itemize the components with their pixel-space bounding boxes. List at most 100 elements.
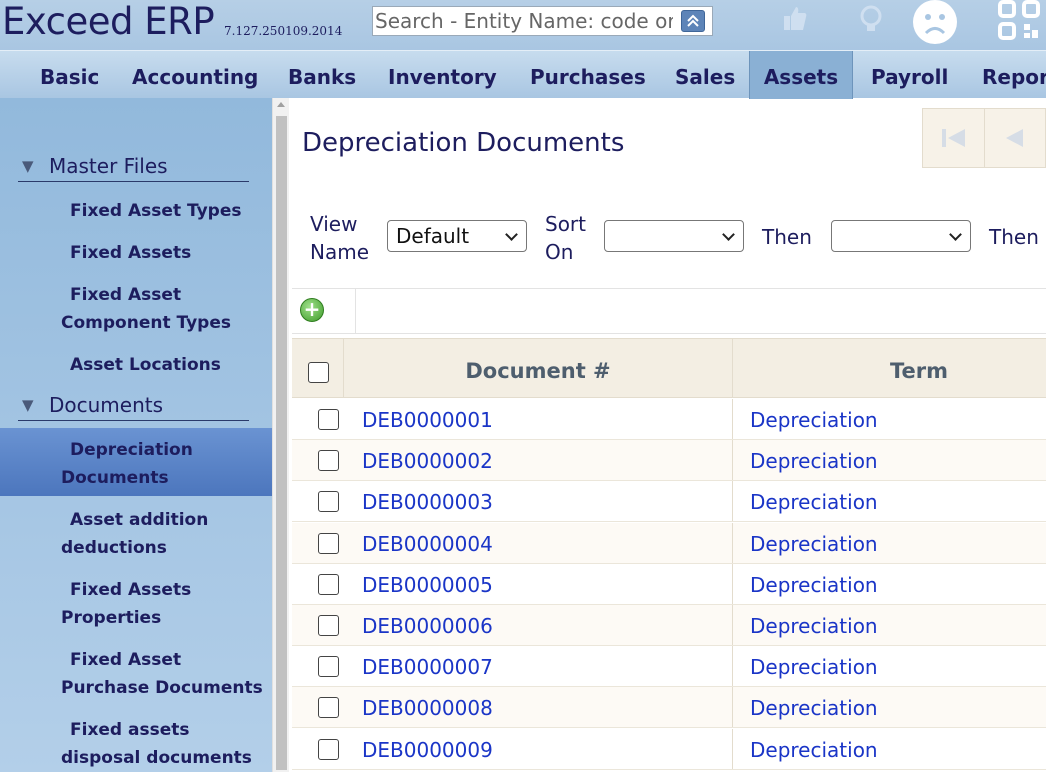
- then-select[interactable]: [831, 220, 971, 252]
- nav-payroll[interactable]: Payroll: [871, 51, 948, 99]
- main-nav: Basic Accounting Banks Inventory Purchas…: [0, 50, 1046, 99]
- column-divider: [732, 687, 733, 728]
- first-page-icon[interactable]: [923, 109, 985, 167]
- column-header-document[interactable]: Document #: [344, 339, 732, 397]
- sidebar-item-label: Fixed Asset: [70, 285, 182, 305]
- sidebar-section-documents[interactable]: ▼ Documents: [18, 393, 249, 421]
- table-row[interactable]: DEB0000005 Depreciation: [292, 563, 1046, 606]
- pager: [922, 108, 1046, 168]
- term-link[interactable]: Depreciation: [750, 605, 878, 647]
- nav-accounting[interactable]: Accounting: [132, 51, 258, 99]
- term-link[interactable]: Depreciation: [750, 399, 878, 441]
- then-label: Then: [762, 225, 812, 249]
- document-number-link[interactable]: DEB0000007: [362, 646, 493, 688]
- term-link[interactable]: Depreciation: [750, 481, 878, 523]
- select-all-cell: [292, 339, 344, 397]
- then-label-2: Then: [989, 225, 1039, 249]
- sidebar-item-fixed-assets[interactable]: Fixed Assets: [0, 239, 272, 267]
- sidebar-item-label: Fixed Asset Types: [70, 201, 242, 221]
- nav-purchases[interactable]: Purchases: [530, 51, 646, 99]
- row-checkbox[interactable]: [318, 656, 339, 678]
- sidebar-item-fixed-assets-properties[interactable]: Fixed Assets Properties: [0, 576, 272, 632]
- document-number-link[interactable]: DEB0000002: [362, 440, 493, 482]
- term-link[interactable]: Depreciation: [750, 440, 878, 482]
- search-box: [372, 6, 713, 36]
- column-divider: [732, 522, 733, 563]
- table-row[interactable]: DEB0000007 Depreciation: [292, 646, 1046, 688]
- document-number-link[interactable]: DEB0000001: [362, 399, 493, 441]
- nav-sales[interactable]: Sales: [675, 51, 735, 99]
- row-checkbox[interactable]: [318, 409, 339, 430]
- sidebar-item-fixed-assets-disposal-documents[interactable]: Fixed assets disposal documents: [0, 716, 272, 772]
- previous-page-icon[interactable]: [985, 109, 1046, 167]
- nav-basic[interactable]: Basic: [40, 51, 99, 99]
- document-number-link[interactable]: DEB0000008: [362, 687, 493, 729]
- row-checkbox[interactable]: [318, 450, 339, 472]
- lightbulb-icon[interactable]: [857, 4, 885, 40]
- nav-assets[interactable]: Assets: [749, 51, 853, 99]
- row-checkbox[interactable]: [318, 491, 339, 513]
- row-checkbox[interactable]: [318, 532, 339, 554]
- sidebar-item-fixed-asset-purchase-documents[interactable]: Fixed Asset Purchase Documents: [0, 646, 272, 702]
- document-number-link[interactable]: DEB0000003: [362, 481, 493, 523]
- view-name-select[interactable]: Default: [387, 220, 527, 252]
- row-checkbox[interactable]: [318, 615, 339, 636]
- chevron-up-icon[interactable]: [681, 10, 705, 32]
- term-link[interactable]: Depreciation: [750, 523, 878, 565]
- nav-banks[interactable]: Banks: [288, 51, 356, 99]
- sidebar-item-label: Depreciation: [70, 440, 193, 460]
- row-checkbox-cell: [292, 523, 344, 563]
- scroll-up-arrow-icon[interactable]: [277, 102, 285, 107]
- nav-reports[interactable]: Repor: [982, 51, 1046, 99]
- add-button-cell: +: [292, 289, 356, 333]
- term-link[interactable]: Depreciation: [750, 687, 878, 729]
- table-row[interactable]: DEB0000006 Depreciation: [292, 605, 1046, 646]
- sidebar: ▼ Master Files Fixed Asset Types Fixed A…: [0, 98, 272, 772]
- search-input[interactable]: [373, 7, 673, 35]
- table-row[interactable]: DEB0000009 Depreciation: [292, 728, 1046, 771]
- sidebar-item-label: Fixed assets: [70, 720, 190, 740]
- row-checkbox[interactable]: [318, 573, 339, 595]
- term-link[interactable]: Depreciation: [750, 729, 878, 771]
- sidebar-section-master-files[interactable]: ▼ Master Files: [18, 154, 249, 182]
- table-row[interactable]: DEB0000008 Depreciation: [292, 687, 1046, 729]
- sad-face-icon[interactable]: [913, 0, 957, 44]
- document-number-link[interactable]: DEB0000005: [362, 564, 493, 606]
- sidebar-item-fixed-asset-types[interactable]: Fixed Asset Types: [0, 197, 272, 225]
- sidebar-item-depreciation-documents[interactable]: Depreciation Documents: [0, 428, 272, 496]
- sidebar-item-label: Documents: [61, 468, 169, 488]
- sort-on-select[interactable]: [604, 220, 744, 252]
- row-checkbox[interactable]: [318, 697, 339, 719]
- qr-code-icon[interactable]: [998, 0, 1042, 42]
- sidebar-item-label: Fixed Asset: [70, 650, 182, 670]
- column-header-term[interactable]: Term: [733, 339, 1046, 397]
- sidebar-scrollbar[interactable]: [272, 98, 289, 772]
- sidebar-item-asset-locations[interactable]: Asset Locations: [0, 351, 272, 379]
- column-divider: [732, 399, 733, 439]
- document-number-link[interactable]: DEB0000009: [362, 729, 493, 771]
- collapse-triangle-icon: ▼: [22, 396, 34, 414]
- sidebar-item-label: Purchase Documents: [61, 678, 263, 698]
- grid-toolbar: +: [292, 288, 1046, 334]
- row-checkbox[interactable]: [318, 738, 339, 760]
- column-divider: [732, 728, 733, 769]
- table-row[interactable]: DEB0000001 Depreciation: [292, 399, 1046, 440]
- document-number-link[interactable]: DEB0000006: [362, 605, 493, 647]
- column-divider: [732, 646, 733, 687]
- scrollbar-thumb[interactable]: [276, 116, 287, 770]
- collapse-triangle-icon: ▼: [22, 157, 34, 175]
- term-link[interactable]: Depreciation: [750, 564, 878, 606]
- select-all-checkbox[interactable]: [308, 362, 329, 383]
- sidebar-item-fixed-asset-component-types[interactable]: Fixed Asset Component Types: [0, 281, 272, 337]
- column-divider: [732, 440, 733, 481]
- plus-circle-icon[interactable]: +: [300, 298, 324, 322]
- table-row[interactable]: DEB0000002 Depreciation: [292, 440, 1046, 482]
- table-row[interactable]: DEB0000003 Depreciation: [292, 481, 1046, 523]
- sidebar-item-asset-addition-deductions[interactable]: Asset addition deductions: [0, 506, 272, 562]
- sort-on-label: Sort On: [545, 212, 586, 264]
- thumbs-up-icon[interactable]: [782, 4, 808, 40]
- document-number-link[interactable]: DEB0000004: [362, 523, 493, 565]
- term-link[interactable]: Depreciation: [750, 646, 878, 688]
- nav-inventory[interactable]: Inventory: [388, 51, 497, 99]
- table-row[interactable]: DEB0000004 Depreciation: [292, 522, 1046, 565]
